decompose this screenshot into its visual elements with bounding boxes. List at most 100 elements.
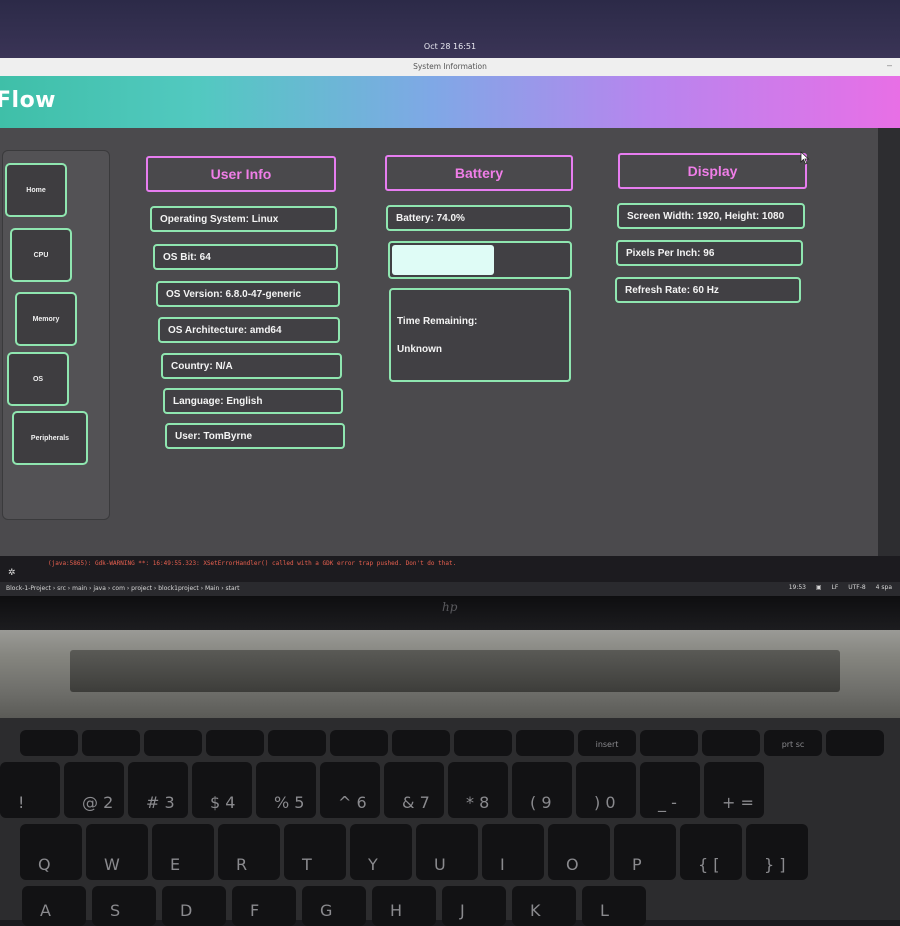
breadcrumb-item[interactable]: java [93, 585, 106, 592]
breadcrumb-item[interactable]: com [112, 585, 125, 592]
battery-level-field: Battery: 74.0% [386, 205, 572, 231]
sidebar-item-home[interactable]: Home [5, 163, 67, 217]
function-key[interactable] [392, 730, 450, 756]
letter-key[interactable]: S [92, 886, 156, 926]
letter-key[interactable]: H [372, 886, 436, 926]
breadcrumb-item[interactable]: block1project [158, 585, 199, 592]
lock-icon[interactable]: ▣ [816, 584, 822, 591]
user-info-country-field: Country: N/A [161, 353, 342, 379]
sidebar-item-os[interactable]: OS [7, 352, 69, 406]
app-header-banner: Flow [0, 76, 900, 128]
ide-status-bar: Block-1-Project › src › main › java › co… [0, 582, 900, 596]
number-key[interactable]: & 7 [384, 762, 444, 818]
function-key[interactable] [206, 730, 264, 756]
user-info-bit-field: OS Bit: 64 [153, 244, 338, 270]
window-title: System Information [413, 62, 487, 71]
system-clock[interactable]: Oct 28 16:51 [0, 42, 900, 51]
insert-key[interactable]: insert [578, 730, 636, 756]
sidebar-item-cpu[interactable]: CPU [10, 228, 72, 282]
laptop-hinge [0, 630, 900, 718]
window-edge [878, 128, 900, 556]
hinge-bar [70, 650, 840, 692]
user-info-arch-field: OS Architecture: amd64 [158, 317, 340, 343]
mouse-cursor-icon [800, 151, 810, 165]
sidebar-item-peripherals[interactable]: Peripherals [12, 411, 88, 465]
letter-key[interactable]: J [442, 886, 506, 926]
function-key[interactable] [826, 730, 884, 756]
console-panel: ✲ (java:5865): Gdk-WARNING **: 16:49:55.… [0, 556, 900, 582]
letter-key[interactable]: L [582, 886, 646, 926]
breadcrumb-item[interactable]: project [131, 585, 152, 592]
breadcrumb-item[interactable]: main [72, 585, 87, 592]
letter-key[interactable]: G [302, 886, 366, 926]
function-key[interactable] [82, 730, 140, 756]
window-titlebar[interactable]: System Information – [0, 58, 900, 77]
breadcrumb[interactable]: Block-1-Project › src › main › java › co… [6, 585, 240, 592]
function-key[interactable] [144, 730, 202, 756]
file-encoding[interactable]: UTF-8 [848, 584, 866, 591]
letter-key[interactable]: E [152, 824, 214, 880]
status-time[interactable]: 19:53 [789, 584, 806, 591]
breadcrumb-item[interactable]: Main [205, 585, 219, 592]
keyboard-deck: insert prt sc! @ 2 # 3 $ 4% 5 ^ 6 & 7 * 8( 9) 0… [0, 718, 900, 926]
display-heading: Display [618, 153, 807, 189]
function-key[interactable] [640, 730, 698, 756]
function-key[interactable] [330, 730, 388, 756]
number-key[interactable]: @ 2 [64, 762, 124, 818]
letter-key[interactable]: D [162, 886, 226, 926]
number-key[interactable]: ! [0, 762, 60, 818]
letter-key[interactable]: P [614, 824, 676, 880]
number-key[interactable]: $ 4 [192, 762, 252, 818]
display-resolution-field: Screen Width: 1920, Height: 1080 [617, 203, 805, 229]
battery-heading: Battery [385, 155, 573, 191]
letter-key[interactable]: U [416, 824, 478, 880]
breadcrumb-item[interactable]: start [226, 585, 240, 592]
number-key[interactable]: ^ 6 [320, 762, 380, 818]
number-key[interactable]: # 3 [128, 762, 188, 818]
time-remaining-label: Time Remaining: [397, 316, 478, 327]
letter-key[interactable]: Y [350, 824, 412, 880]
console-warning-message: (java:5865): Gdk-WARNING **: 16:49:55.32… [48, 560, 457, 567]
sidebar-item-memory[interactable]: Memory [15, 292, 77, 346]
user-info-heading: User Info [146, 156, 336, 192]
display-ppi-field: Pixels Per Inch: 96 [616, 240, 803, 266]
display-refresh-field: Refresh Rate: 60 Hz [615, 277, 801, 303]
number-key[interactable]: * 8 [448, 762, 508, 818]
function-key[interactable] [20, 730, 78, 756]
number-key[interactable]: + = [704, 762, 764, 818]
battery-time-remaining-panel: Time Remaining: Unknown [389, 288, 571, 382]
number-key[interactable]: ) 0 [576, 762, 636, 818]
user-info-user-field: User: TomByrne [165, 423, 345, 449]
letter-key[interactable]: K [512, 886, 576, 926]
breadcrumb-item[interactable]: Block-1-Project [6, 585, 51, 592]
user-info-language-field: Language: English [163, 388, 343, 414]
letter-key[interactable]: T [284, 824, 346, 880]
minimize-icon[interactable]: – [887, 60, 892, 70]
letter-key[interactable]: W [86, 824, 148, 880]
indent-setting[interactable]: 4 spa [876, 584, 892, 591]
letter-key[interactable]: I [482, 824, 544, 880]
debug-icon[interactable]: ✲ [8, 567, 16, 578]
function-key[interactable] [268, 730, 326, 756]
letter-key[interactable]: { [ [680, 824, 742, 880]
battery-progress-fill [392, 245, 494, 275]
number-key[interactable]: % 5 [256, 762, 316, 818]
function-key[interactable] [516, 730, 574, 756]
letter-key[interactable]: Q [20, 824, 82, 880]
print-screen-key[interactable]: prt sc [764, 730, 822, 756]
line-ending[interactable]: LF [832, 584, 839, 591]
number-key[interactable]: _ - [640, 762, 700, 818]
letter-key[interactable]: F [232, 886, 296, 926]
function-key[interactable] [454, 730, 512, 756]
function-key[interactable] [702, 730, 760, 756]
hp-logo: hp [442, 600, 458, 614]
letter-key[interactable]: A [22, 886, 86, 926]
number-key[interactable]: ( 9 [512, 762, 572, 818]
letter-key[interactable]: R [218, 824, 280, 880]
breadcrumb-item[interactable]: src [57, 585, 66, 592]
letter-key[interactable]: O [548, 824, 610, 880]
app-brand: Flow [0, 88, 57, 113]
user-info-version-field: OS Version: 6.8.0-47-generic [156, 281, 340, 307]
time-remaining-value: Unknown [397, 344, 442, 355]
letter-key[interactable]: } ] [746, 824, 808, 880]
